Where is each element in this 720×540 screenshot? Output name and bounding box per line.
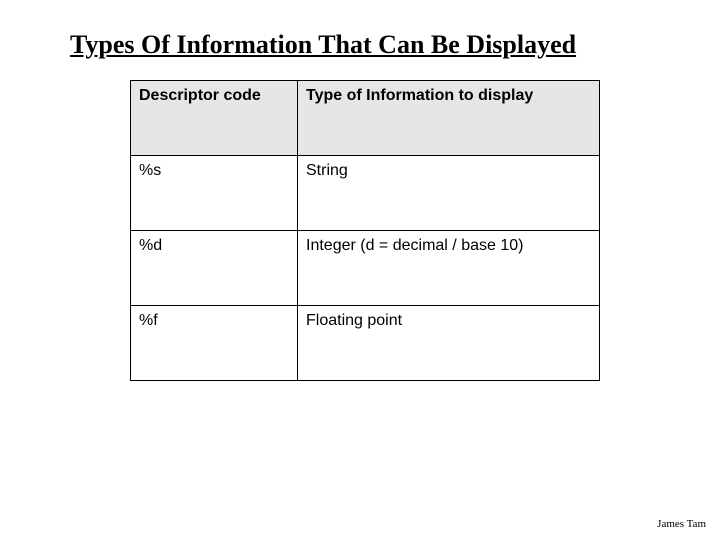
table-row: %d Integer (d = decimal / base 10)	[131, 231, 600, 306]
table-row: %f Floating point	[131, 306, 600, 381]
cell-code: %d	[131, 231, 298, 306]
cell-type: Floating point	[298, 306, 600, 381]
table-row: %s String	[131, 156, 600, 231]
footer-author: James Tam	[657, 518, 706, 530]
page-title: Types Of Information That Can Be Display…	[70, 30, 650, 60]
table-header-code: Descriptor code	[131, 81, 298, 156]
cell-code: %f	[131, 306, 298, 381]
cell-code: %s	[131, 156, 298, 231]
cell-type: Integer (d = decimal / base 10)	[298, 231, 600, 306]
cell-type: String	[298, 156, 600, 231]
descriptor-table: Descriptor code Type of Information to d…	[130, 80, 600, 381]
table-header-type: Type of Information to display	[298, 81, 600, 156]
